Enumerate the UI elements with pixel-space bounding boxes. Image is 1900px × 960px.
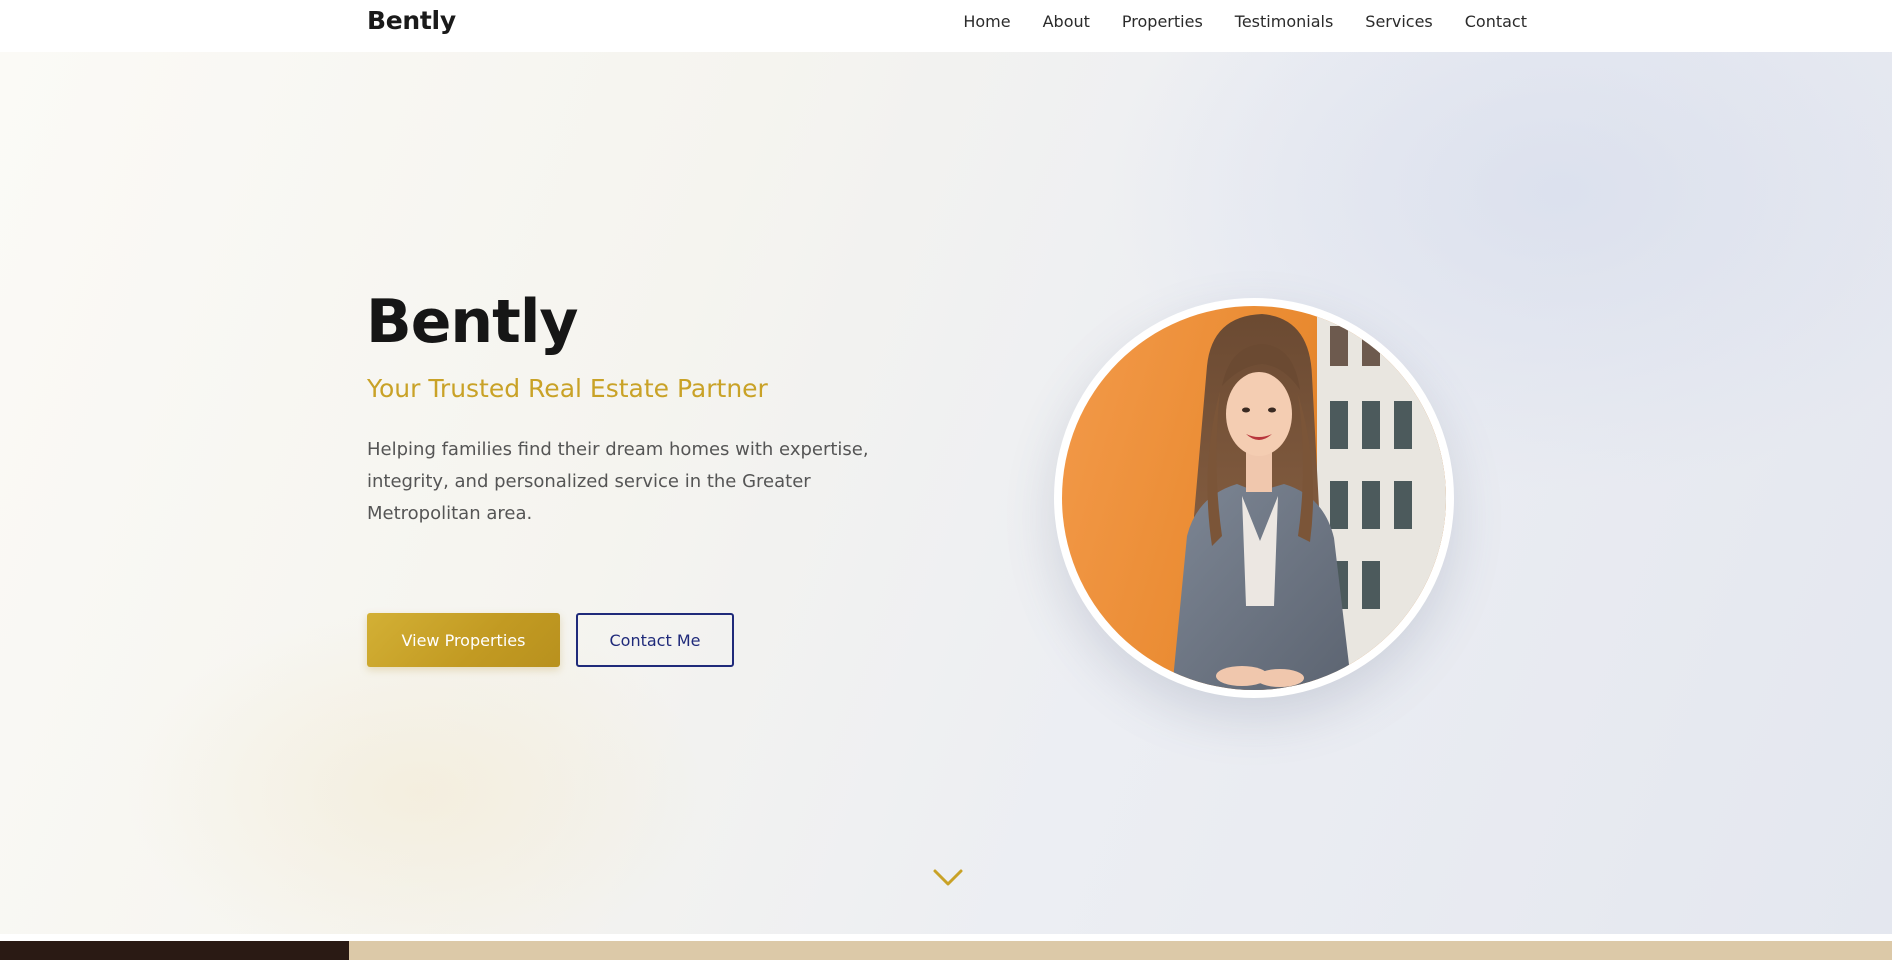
view-properties-button[interactable]: View Properties [367,613,560,667]
navbar: Bently Home About Properties Testimonial… [0,0,1900,52]
hero-description: Helping families find their dream homes … [367,439,869,524]
nav-link-about[interactable]: About [1043,12,1090,31]
nav-link-properties[interactable]: Properties [1122,12,1203,31]
next-section-image-edge [0,941,349,960]
agent-portrait [1062,306,1446,690]
nav-link-testimonials[interactable]: Testimonials [1235,12,1334,31]
hero-subtitle: Your Trusted Real Estate Partner [367,374,768,403]
nav-link-services[interactable]: Services [1365,12,1432,31]
contact-me-button[interactable]: Contact Me [576,613,734,667]
hero-title: Bently [366,287,578,357]
nav-link-contact[interactable]: Contact [1465,12,1527,31]
nav-links: Home About Properties Testimonials Servi… [963,0,1527,43]
hero-section [0,52,1892,934]
chevron-down-icon[interactable] [932,868,964,888]
nav-link-home[interactable]: Home [963,12,1010,31]
page-edge [1892,52,1900,960]
agent-portrait-frame [1054,298,1454,698]
brand-logo[interactable]: Bently [367,6,456,35]
